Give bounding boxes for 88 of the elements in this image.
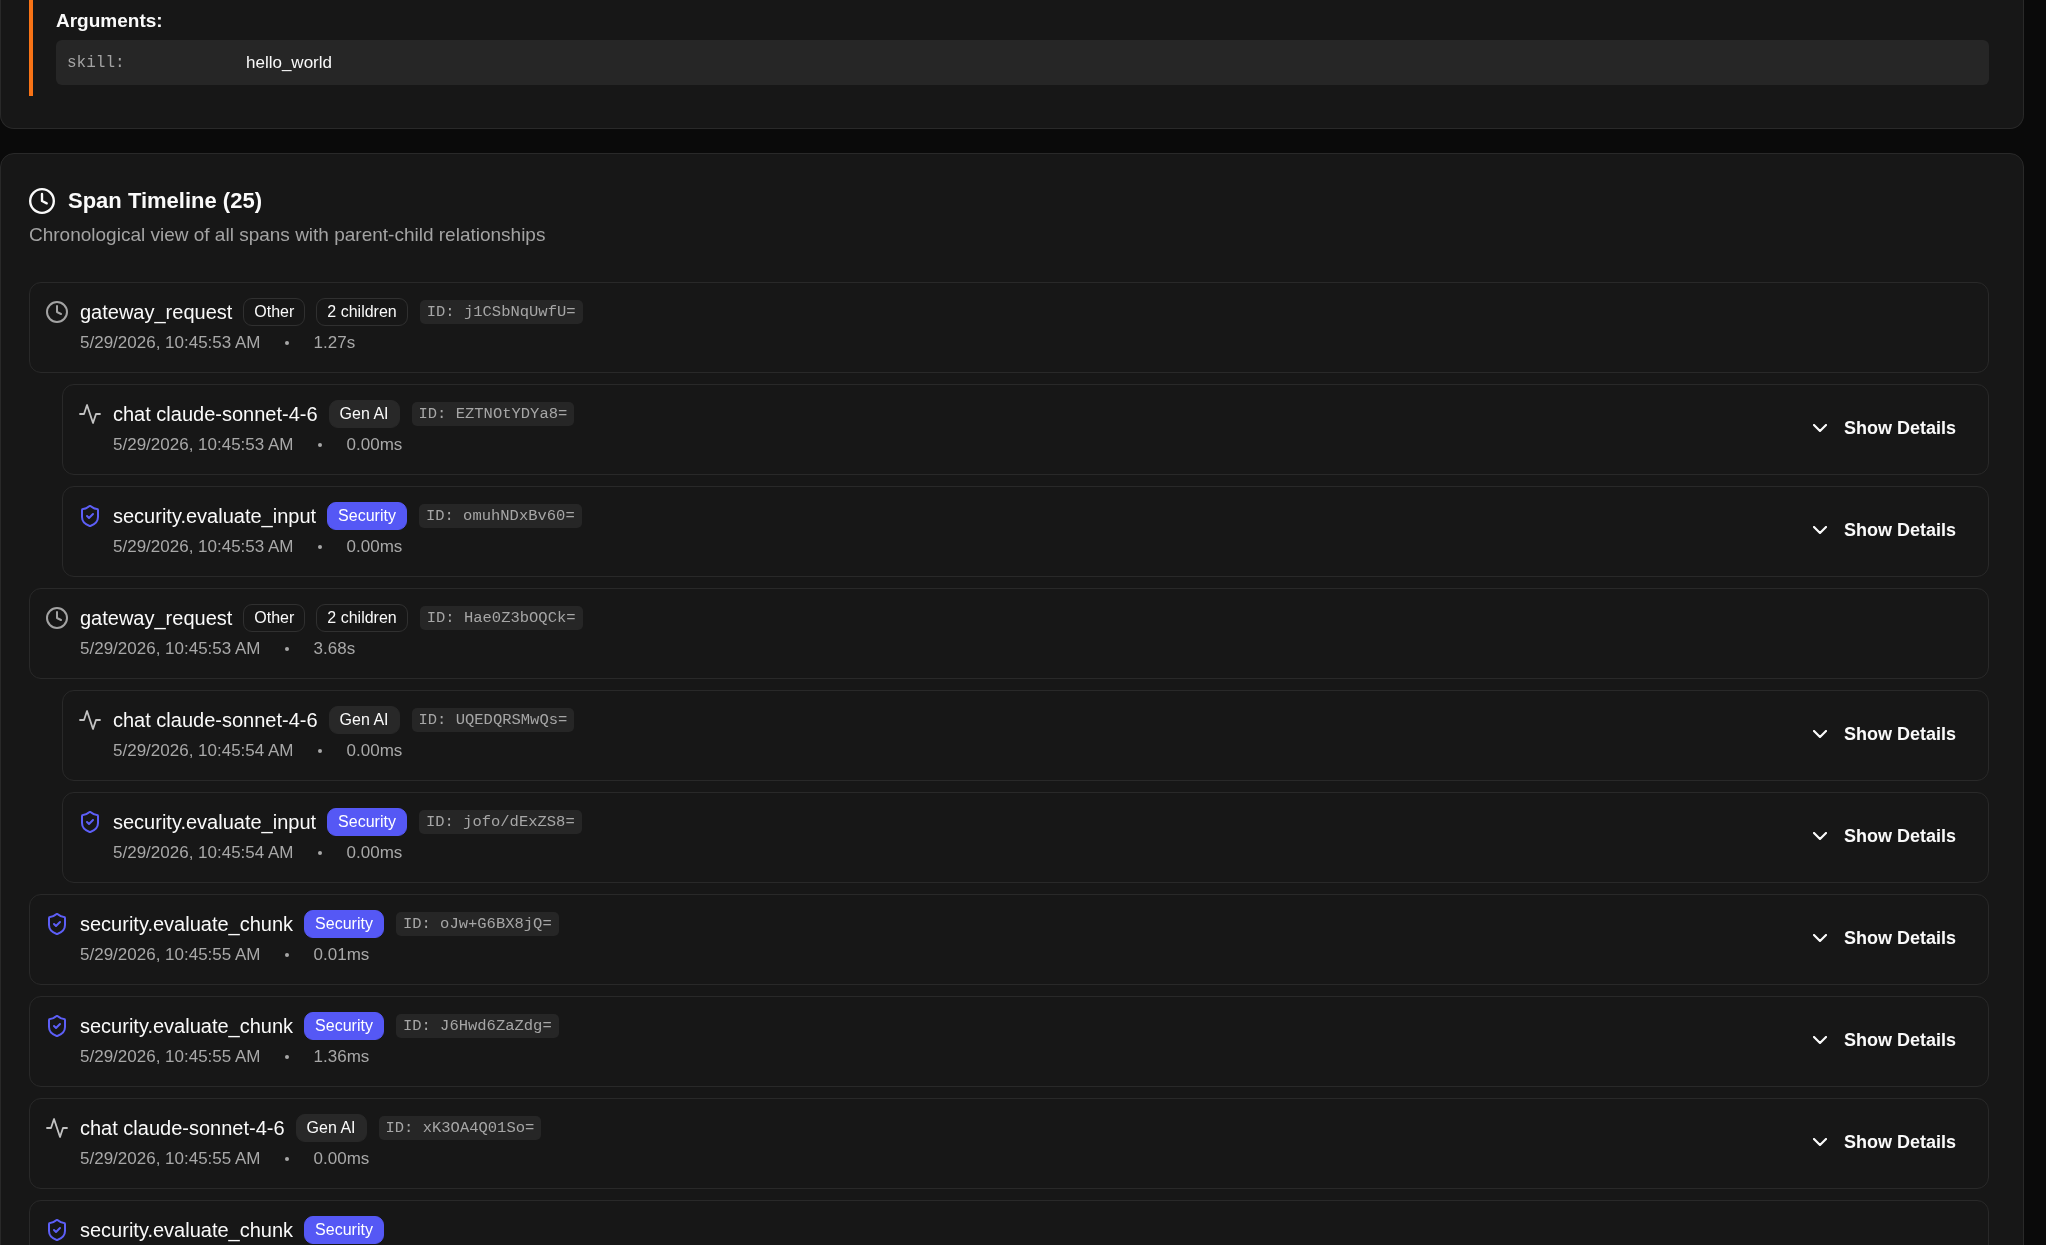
category-badge: Other — [243, 298, 306, 326]
span-id-tag: ID: jofo/dExZS8= — [418, 810, 582, 834]
shield-check-icon — [48, 1219, 66, 1241]
separator-dot-icon — [284, 1055, 289, 1059]
show-details-button[interactable]: Show Details — [1802, 715, 1966, 753]
span-duration: 0.00ms — [313, 1149, 370, 1169]
chevron-down-icon — [1812, 526, 1827, 534]
span-id-tag: ID: omuhNDxBv60= — [418, 504, 582, 528]
span-timestamp: 5/29/2026, 10:45:53 AM — [80, 333, 261, 353]
category-badge: Security — [327, 808, 407, 836]
section-title: Span Timeline (25) — [68, 188, 262, 214]
shield-check-icon — [81, 811, 99, 833]
span-duration: 1.27s — [313, 333, 356, 353]
span-duration: 0.00ms — [346, 741, 403, 761]
span-duration: 1.36ms — [313, 1047, 370, 1067]
separator-dot-icon — [317, 749, 322, 753]
category-badge: Security — [304, 1216, 384, 1244]
category-badge: Other — [243, 604, 306, 632]
show-details-button[interactable]: Show Details — [1802, 1123, 1966, 1161]
span-duration: 0.00ms — [346, 435, 403, 455]
children-count-badge: 2 children — [316, 298, 408, 326]
separator-dot-icon — [284, 647, 289, 651]
span-name: security.evaluate_chunk — [80, 1014, 294, 1038]
chevron-down-icon — [1812, 1138, 1827, 1146]
show-details-button[interactable]: Show Details — [1802, 511, 1966, 549]
category-badge: Security — [327, 502, 407, 530]
span-name: security.evaluate_chunk — [80, 912, 294, 936]
span-id-tag: ID: Hae0Z3bOQCk= — [419, 606, 583, 630]
show-details-button[interactable]: Show Details — [1802, 817, 1966, 855]
separator-dot-icon — [317, 851, 322, 855]
clock-icon — [46, 607, 68, 629]
span-name: chat claude-sonnet-4-6 — [80, 1116, 285, 1140]
span-timestamp: 5/29/2026, 10:45:54 AM — [113, 843, 294, 863]
chevron-down-icon — [1812, 1036, 1827, 1044]
arguments-label: Arguments: — [56, 9, 163, 33]
chevron-down-icon — [1812, 424, 1827, 432]
category-badge: Security — [304, 910, 384, 938]
shield-check-icon — [48, 1015, 66, 1037]
chevron-down-icon — [1812, 934, 1827, 942]
shield-check-icon — [81, 505, 99, 527]
separator-dot-icon — [317, 443, 322, 447]
chevron-down-icon — [1812, 730, 1827, 738]
argument-key: skill: — [67, 53, 246, 72]
separator-dot-icon — [284, 953, 289, 957]
span-timestamp: 5/29/2026, 10:45:55 AM — [80, 1149, 261, 1169]
pulse-icon — [79, 404, 101, 424]
span-name: chat claude-sonnet-4-6 — [113, 708, 318, 732]
span-name: security.evaluate_input — [113, 810, 317, 834]
span-timestamp: 5/29/2026, 10:45:53 AM — [113, 435, 294, 455]
span-name: chat claude-sonnet-4-6 — [113, 402, 318, 426]
show-details-button[interactable]: Show Details — [1802, 919, 1966, 957]
children-count-badge: 2 children — [316, 604, 408, 632]
category-badge: Security — [304, 1012, 384, 1040]
span-id-tag: ID: UQEDQRSMwQs= — [411, 708, 575, 732]
span-timestamp: 5/29/2026, 10:45:55 AM — [80, 1047, 261, 1067]
span-id-tag: ID: J6Hwd6ZaZdg= — [395, 1014, 559, 1038]
chevron-down-icon — [1812, 832, 1827, 840]
pulse-icon — [79, 710, 101, 730]
show-details-button[interactable]: Show Details — [1802, 409, 1966, 447]
span-name: gateway_request — [80, 606, 233, 630]
span-id-tag: ID: oJw+G6BX8jQ= — [395, 912, 559, 936]
span-duration: 0.01ms — [313, 945, 370, 965]
category-badge: Gen AI — [295, 1114, 367, 1142]
span-timestamp: 5/29/2026, 10:45:53 AM — [80, 639, 261, 659]
span-duration: 0.00ms — [346, 843, 403, 863]
span-duration: 3.68s — [313, 639, 356, 659]
span-id-tag: ID: xK3OA4Q01So= — [378, 1116, 542, 1140]
span-timestamp: 5/29/2026, 10:45:54 AM — [113, 741, 294, 761]
separator-dot-icon — [284, 341, 289, 345]
span-name: security.evaluate_input — [113, 504, 317, 528]
category-badge: Gen AI — [328, 400, 400, 428]
separator-dot-icon — [317, 545, 322, 549]
span-name: gateway_request — [80, 300, 233, 324]
show-details-button[interactable]: Show Details — [1802, 1021, 1966, 1059]
shield-check-icon — [48, 913, 66, 935]
span-id-tag: ID: EZTNOtYDYa8= — [411, 402, 575, 426]
span-id-tag: ID: j1CSbNqUwfU= — [419, 300, 583, 324]
separator-dot-icon — [284, 1157, 289, 1161]
argument-value: hello_world — [246, 52, 332, 73]
span-timestamp: 5/29/2026, 10:45:53 AM — [113, 537, 294, 557]
category-badge: Gen AI — [328, 706, 400, 734]
span-duration: 0.00ms — [346, 537, 403, 557]
span-timestamp: 5/29/2026, 10:45:55 AM — [80, 945, 261, 965]
pulse-icon — [46, 1118, 68, 1138]
span-name: security.evaluate_chunk — [80, 1218, 294, 1242]
clock-icon — [29, 188, 55, 214]
clock-icon — [46, 301, 68, 323]
section-subtitle: Chronological view of all spans with parent-child relationships — [29, 223, 546, 247]
